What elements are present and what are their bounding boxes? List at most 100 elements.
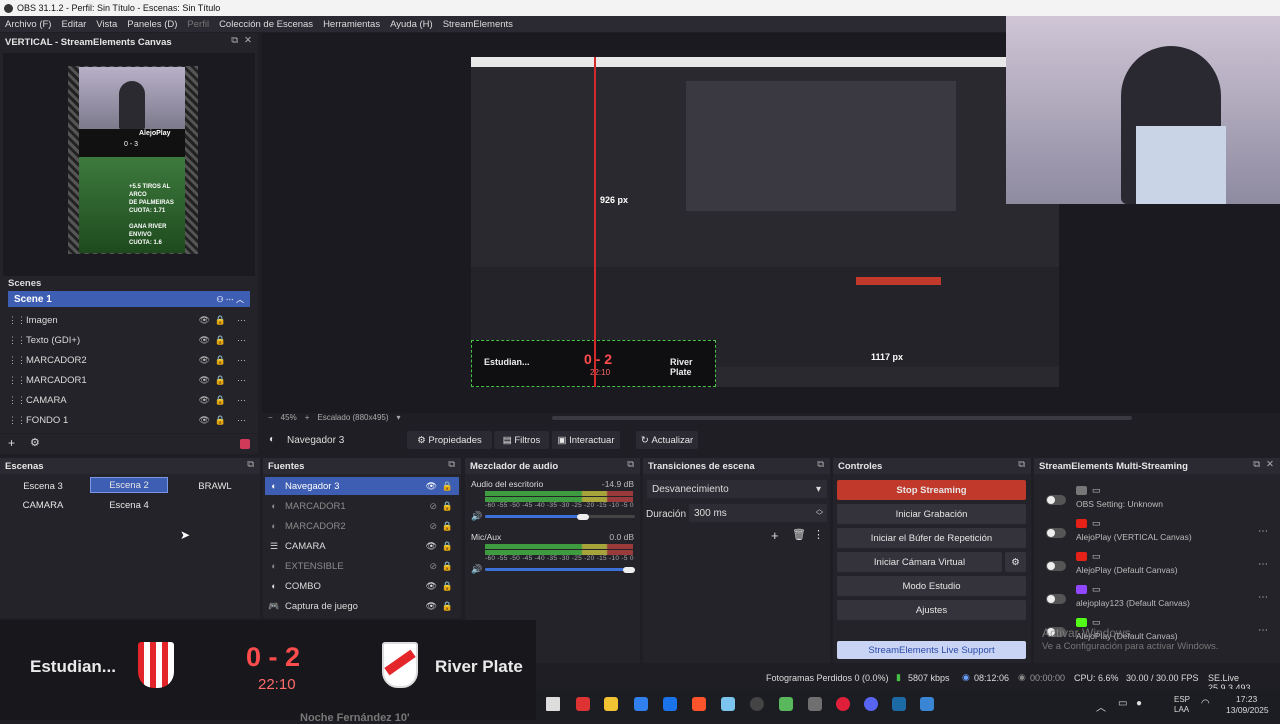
mic-tray-icon[interactable]: ● xyxy=(1136,698,1142,709)
transition-select[interactable]: Desvanecimiento ▾ xyxy=(647,480,827,498)
stop-streaming-button[interactable]: Stop Streaming xyxy=(837,480,1026,500)
more-icon[interactable]: ⋯ xyxy=(237,335,246,346)
replay-buffer-button[interactable]: Iniciar el Búfer de Repetición xyxy=(837,528,1026,548)
language[interactable]: ESP xyxy=(1174,695,1190,704)
drag-handle-icon[interactable]: ⋮⋮ xyxy=(8,395,26,406)
undock-icon[interactable]: ⧉ xyxy=(247,459,254,470)
vertical-source-item[interactable]: ⋮⋮ Imagen 👁 🔒 ⋯ xyxy=(8,311,250,329)
more-icon[interactable]: ⋯ xyxy=(1258,526,1268,537)
tray-up-icon[interactable]: ︿ xyxy=(1096,699,1106,714)
start-recording-button[interactable]: Iniciar Grabación xyxy=(837,504,1026,524)
more-icon[interactable]: ⋯ xyxy=(1258,592,1268,603)
eye-icon[interactable]: 👁 xyxy=(199,315,210,326)
more-icon[interactable]: ⋯ xyxy=(237,395,246,406)
calendar-icon[interactable] xyxy=(808,697,822,711)
filters-button[interactable]: ▤ Filtros xyxy=(494,431,549,449)
clock-time[interactable]: 17:23 xyxy=(1236,694,1257,704)
undock-icon[interactable]: ⧉ xyxy=(1253,459,1260,470)
source-item[interactable]: ☰ CAMARA 👁 🔒 xyxy=(265,537,459,555)
close-icon[interactable]: ✕ xyxy=(244,35,252,46)
lock-icon[interactable]: 🔒 xyxy=(215,355,226,366)
scene-escena-3[interactable]: Escena 3 xyxy=(4,478,82,494)
target-toggle[interactable] xyxy=(1046,594,1066,604)
menu-streamelements[interactable]: StreamElements xyxy=(443,19,513,30)
desktop-volume-knob[interactable] xyxy=(576,514,589,520)
more-icon[interactable]: ⋯ xyxy=(1258,625,1268,636)
studio-mode-button[interactable]: Modo Estudio xyxy=(837,576,1026,596)
language-layout[interactable]: LAA xyxy=(1174,705,1189,714)
lock-icon[interactable]: 🔒 xyxy=(215,315,226,326)
game-icon[interactable] xyxy=(779,697,793,711)
scene-options-icons[interactable]: ⚇ ⋯ ︿ xyxy=(216,294,244,305)
spinner-icon[interactable]: ︿ ﹀ xyxy=(816,506,823,520)
folder-icon[interactable] xyxy=(604,697,618,711)
undock-icon[interactable]: ⧉ xyxy=(448,459,455,470)
lock-icon[interactable]: 🔒 xyxy=(442,601,453,612)
wifi-icon[interactable]: ◠ xyxy=(1201,698,1210,709)
network-icon[interactable]: ▭ xyxy=(1118,698,1127,709)
multistream-target[interactable]: ▭ AlejoPlay (Default Canvas) ⋯ xyxy=(1038,551,1276,581)
lock-icon[interactable]: 🔒 xyxy=(442,561,453,572)
opera-icon[interactable] xyxy=(836,697,850,711)
horizontal-scrollbar[interactable] xyxy=(552,416,1132,420)
lock-icon[interactable]: 🔒 xyxy=(442,481,453,492)
gear-icon[interactable]: ⚙ xyxy=(30,436,40,449)
duration-input[interactable]: 300 ms ︿ ﹀ xyxy=(689,504,827,522)
lock-icon[interactable]: 🔒 xyxy=(215,415,226,426)
more-icon[interactable]: ⋮ xyxy=(813,528,824,541)
menu-file[interactable]: Archivo (F) xyxy=(5,19,51,30)
scene-escena-4[interactable]: Escena 4 xyxy=(90,497,168,513)
main-preview[interactable]: 926 px 1117 px Estudian... 0 - 2 22:10 R… xyxy=(262,16,1280,422)
properties-button[interactable]: ⚙ Propiedades xyxy=(407,431,492,449)
source-item[interactable]: ◐ COMBO 👁 🔒 xyxy=(265,577,459,595)
target-toggle[interactable] xyxy=(1046,495,1066,505)
more-icon[interactable]: ⋯ xyxy=(237,415,246,426)
menu-view[interactable]: Vista xyxy=(96,19,117,30)
scene-brawl[interactable]: BRAWL xyxy=(176,478,254,494)
undock-icon[interactable]: ⧉ xyxy=(231,35,238,46)
menu-help[interactable]: Ayuda (H) xyxy=(390,19,433,30)
close-icon[interactable]: ✕ xyxy=(1266,459,1274,470)
undock-icon[interactable]: ⧉ xyxy=(627,459,634,470)
source-item[interactable]: 🎮 Captura de juego 👁 🔒 xyxy=(265,597,459,615)
undock-icon[interactable]: ⧉ xyxy=(1018,459,1025,470)
drag-handle-icon[interactable]: ⋮⋮ xyxy=(8,355,26,366)
obs-icon[interactable] xyxy=(750,697,764,711)
source-item[interactable]: ◐ MARCADOR1 ⊘ 🔒 xyxy=(265,497,459,515)
multistream-target[interactable]: ▭ OBS Setting: Unknown xyxy=(1038,485,1276,515)
zoom-in-icon[interactable]: + xyxy=(305,413,310,422)
drag-handle-icon[interactable]: ⋮⋮ xyxy=(8,315,26,326)
scene-escena-2[interactable]: Escena 2 xyxy=(90,477,168,493)
source-item[interactable]: ◐ Navegador 3 👁 🔒 xyxy=(265,477,459,495)
menu-tools[interactable]: Herramientas xyxy=(323,19,380,30)
vertical-source-item[interactable]: ⋮⋮ Texto (GDI+) 👁 🔒 ⋯ xyxy=(8,331,250,349)
record-indicator-icon[interactable] xyxy=(240,439,250,449)
discord-icon[interactable] xyxy=(864,697,878,711)
eye-icon[interactable]: 👁 xyxy=(426,581,437,592)
brave-icon[interactable] xyxy=(692,697,706,711)
virtual-camera-button[interactable]: Iniciar Cámara Virtual xyxy=(837,552,1002,572)
lock-icon[interactable]: 🔒 xyxy=(442,521,453,532)
task-view-icon[interactable] xyxy=(546,697,560,711)
virtual-camera-settings[interactable]: ⚙ xyxy=(1005,552,1026,572)
lock-icon[interactable]: 🔒 xyxy=(215,375,226,386)
lock-icon[interactable]: 🔒 xyxy=(215,335,226,346)
add-transition-icon[interactable]: + xyxy=(771,528,779,543)
scene-camara[interactable]: CAMARA xyxy=(4,497,82,513)
source-item[interactable]: ◐ EXTENSIBLE ⊘ 🔒 xyxy=(265,557,459,575)
zoom-out-icon[interactable]: − xyxy=(268,413,273,422)
menu-profile[interactable]: Perfil xyxy=(187,19,209,30)
store-icon[interactable] xyxy=(634,697,648,711)
refresh-button[interactable]: ↻ Actualizar xyxy=(636,431,698,449)
eye-icon[interactable]: 👁 xyxy=(426,541,437,552)
undock-icon[interactable]: ⧉ xyxy=(817,459,824,470)
multistream-target[interactable]: ▭ AlejoPlay (VERTICAL Canvas) ⋯ xyxy=(1038,518,1276,548)
more-icon[interactable]: ⋯ xyxy=(237,375,246,386)
interact-button[interactable]: ▣ Interactuar xyxy=(552,431,620,449)
mic-speaker-icon[interactable]: 🔊 xyxy=(471,564,482,575)
eye-icon[interactable]: 👁 xyxy=(199,395,210,406)
target-toggle[interactable] xyxy=(1046,561,1066,571)
more-icon[interactable]: ⋯ xyxy=(237,315,246,326)
scale-dropdown[interactable]: Escalado (880x495) xyxy=(317,413,388,422)
drag-handle-icon[interactable]: ⋮⋮ xyxy=(8,335,26,346)
